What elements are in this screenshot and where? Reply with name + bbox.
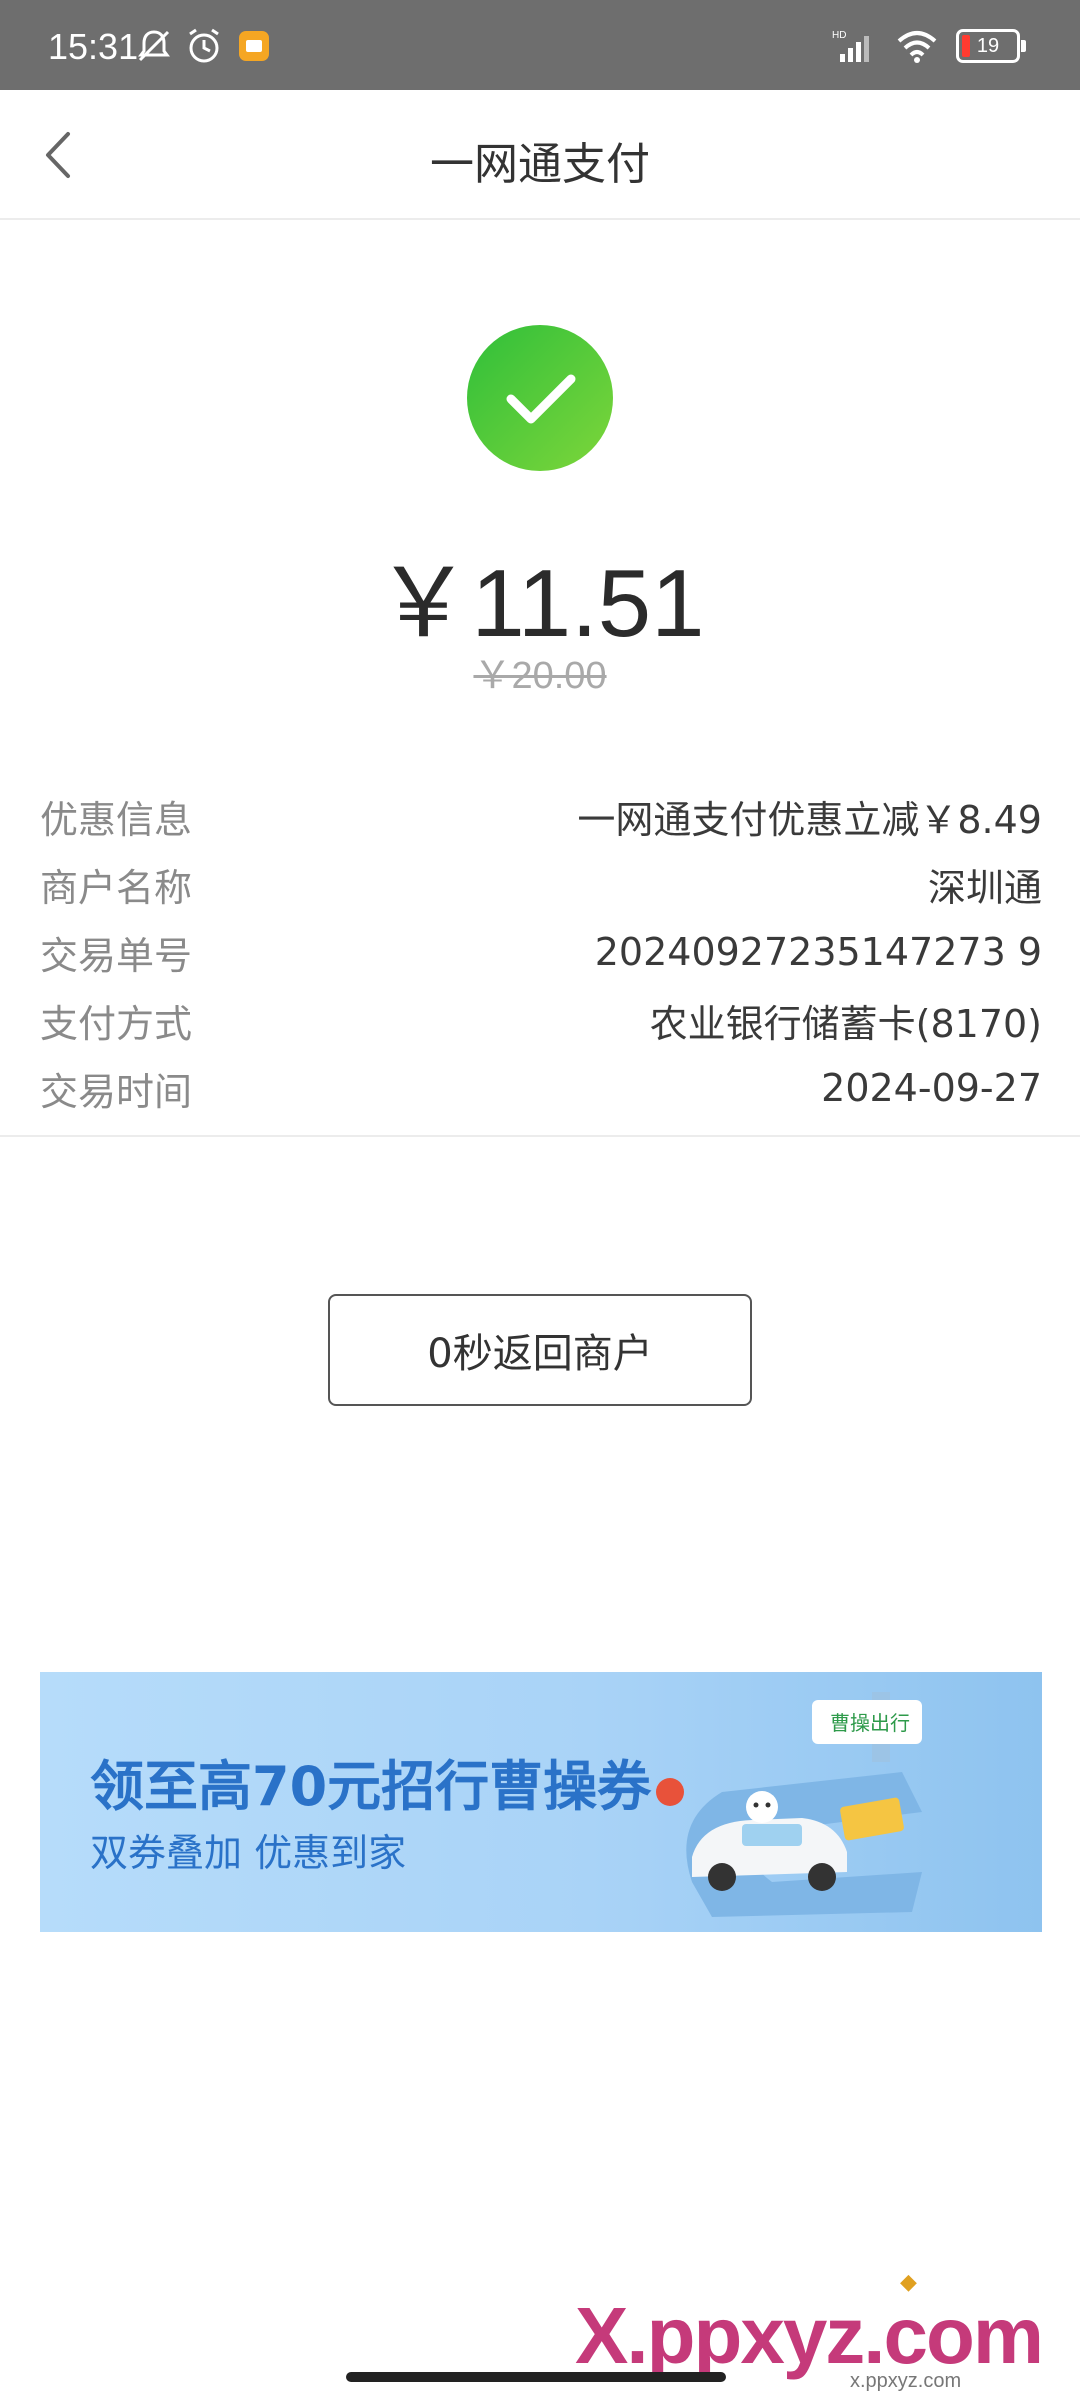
detail-row-merchant: 商户名称 深圳通 (40, 850, 1042, 918)
detail-row-discount: 优惠信息 一网通支付优惠立减￥8.49 (40, 782, 1042, 850)
detail-label: 交易时间 (40, 1069, 193, 1114)
check-circle-icon (467, 325, 613, 471)
watermark-url: x.ppxyz.com (850, 2370, 962, 2392)
page-title: 一网通支付 (430, 139, 650, 190)
app-notification-icon (239, 31, 269, 61)
detail-row-payment-method: 支付方式 农业银行储蓄卡(8170) (40, 986, 1042, 1054)
status-bar: 15:31 HD 19 (0, 0, 1080, 90)
banner-subtitle: 双券叠加 优惠到家 (90, 1831, 407, 1875)
muted-bell-icon (138, 30, 170, 62)
divider (0, 1135, 1080, 1137)
car-illustration-icon: 曹操出行 (656, 1692, 922, 1917)
nav-bar: 一网通支付 (0, 90, 1080, 220)
promo-banner[interactable]: 领至高70元招行曹操券 双券叠加 优惠到家 曹操出行 (40, 1672, 1042, 1932)
detail-label: 优惠信息 (40, 797, 193, 842)
return-to-merchant-button[interactable]: 0秒返回商户 (328, 1294, 752, 1406)
detail-value: 20240927235147273 9 (594, 930, 1042, 974)
transaction-details: 优惠信息 一网通支付优惠立减￥8.49 商户名称 深圳通 交易单号 202409… (40, 782, 1042, 1122)
original-amount: ￥20.00 (473, 655, 607, 697)
detail-value: 深圳通 (927, 865, 1042, 910)
wifi-icon (897, 31, 937, 63)
status-time: 15:31 (48, 26, 139, 67)
alarm-icon (189, 28, 219, 63)
svg-text:HD: HD (832, 30, 846, 41)
battery-icon: 19 (956, 29, 1026, 63)
detail-label: 支付方式 (40, 1001, 193, 1046)
watermark: X.ppxyz.com (575, 2291, 1044, 2380)
detail-value: 2024-09-27 (821, 1066, 1042, 1110)
banner-title: 领至高70元招行曹操券 (90, 1755, 652, 1818)
status-right-icons: HD 19 (832, 24, 1026, 68)
detail-label: 商户名称 (40, 865, 193, 910)
banner-brand: 曹操出行 (830, 1711, 910, 1735)
detail-row-order-id: 交易单号 20240927235147273 9 (40, 918, 1042, 986)
detail-row-time: 交易时间 2024-09-27 (40, 1054, 1042, 1122)
battery-level: 19 (976, 34, 1000, 57)
detail-value: 一网通支付优惠立减￥8.49 (577, 797, 1042, 842)
signal-icon: HD (832, 30, 869, 62)
home-indicator[interactable] (346, 2372, 726, 2382)
detail-value: 农业银行储蓄卡(8170) (649, 1001, 1042, 1046)
detail-label: 交易单号 (40, 933, 193, 978)
